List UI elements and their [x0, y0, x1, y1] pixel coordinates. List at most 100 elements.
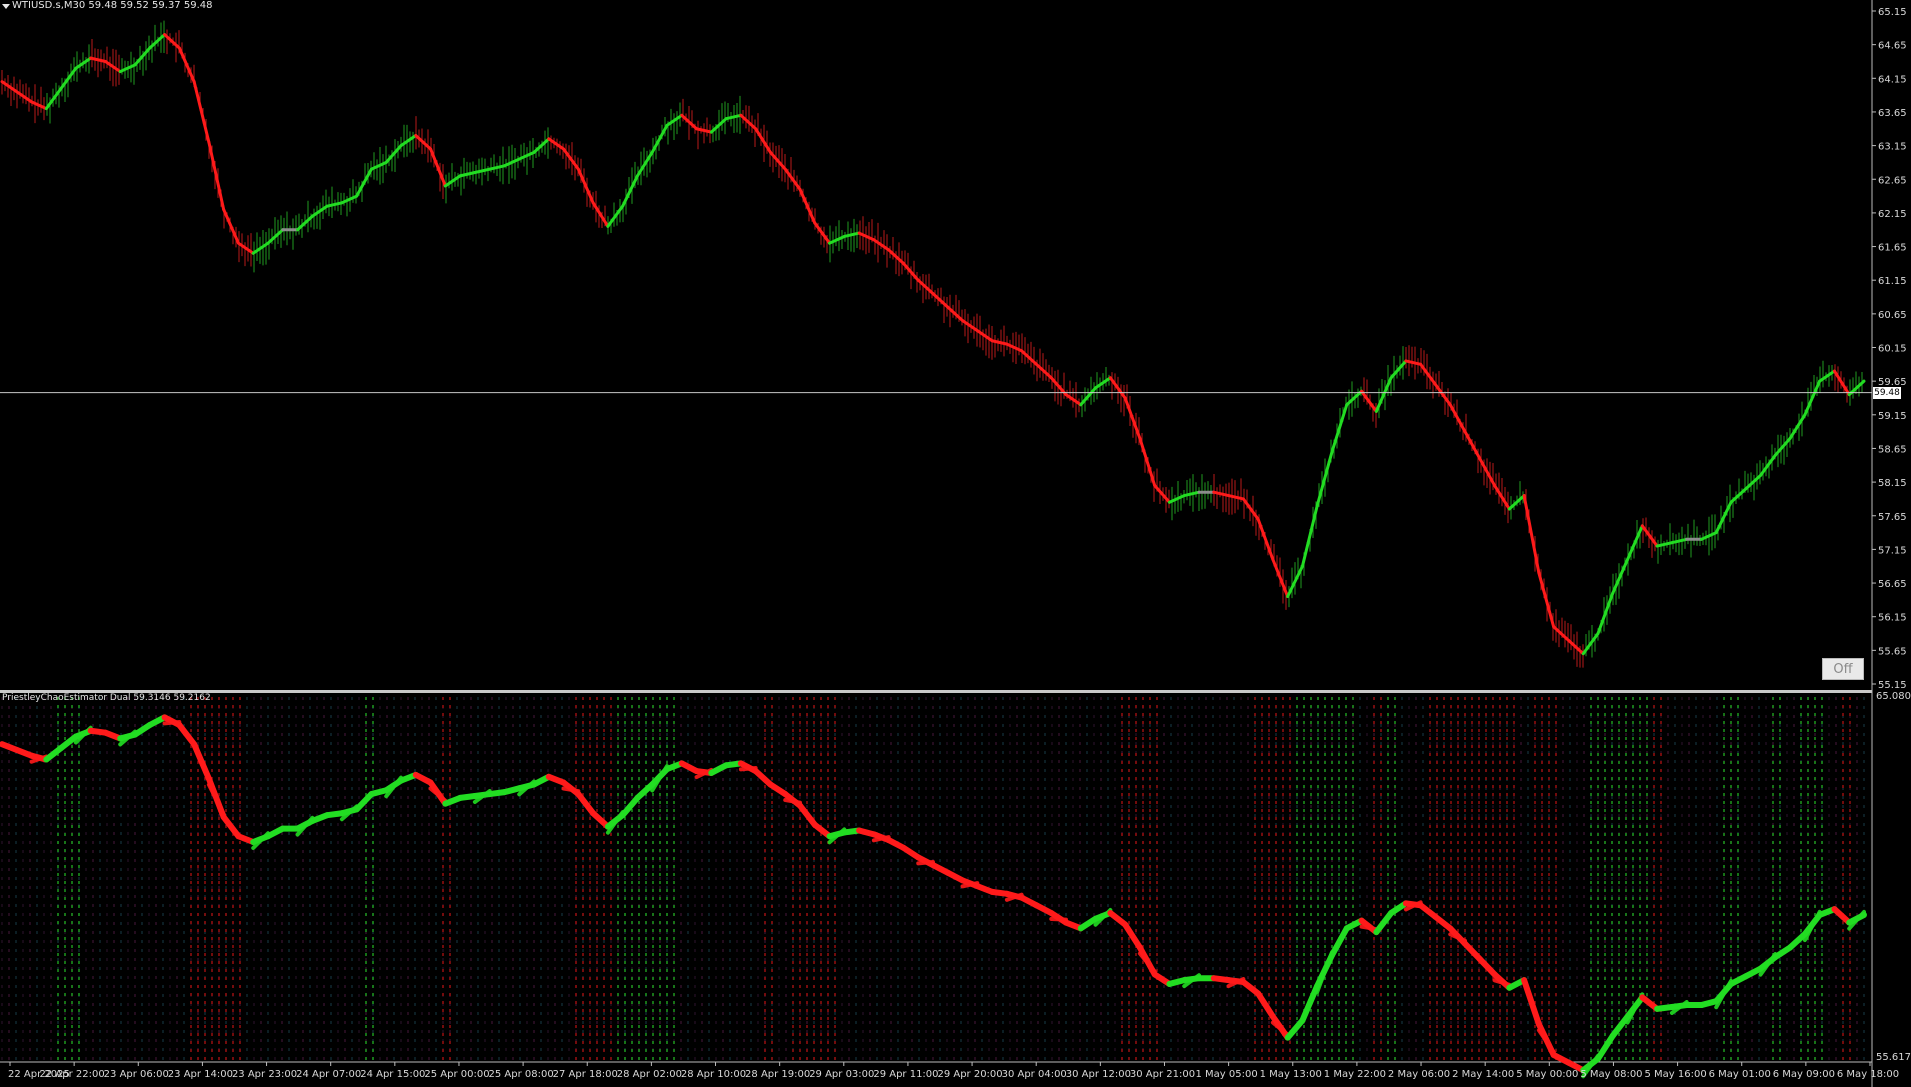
- estimator-segment: [1670, 537, 1689, 545]
- estimator-segment: [650, 123, 669, 154]
- estimator-segment: [813, 221, 832, 245]
- time-tick-label: 29 Apr 03:00: [809, 1069, 874, 1080]
- time-tick-label: 30 Apr 21:00: [1130, 1069, 1195, 1080]
- time-tick-label: 28 Apr 02:00: [617, 1069, 682, 1080]
- off-button[interactable]: Off: [1822, 658, 1864, 680]
- price-tick-label: 61.65: [1878, 243, 1907, 254]
- time-tick-label: 25 Apr 08:00: [489, 1069, 554, 1080]
- indicator-segment: [1122, 921, 1143, 951]
- time-tick-label: 28 Apr 19:00: [745, 1069, 810, 1080]
- time-tick-label: 6 May 09:00: [1773, 1069, 1835, 1080]
- ohlc-readout: 59.48 59.52 59.37 59.48: [88, 0, 213, 11]
- estimator-segment: [1788, 413, 1807, 440]
- current-price-tag: 59.48: [1873, 386, 1901, 399]
- indicator-dash: [783, 798, 802, 805]
- estimator-segment: [222, 208, 240, 245]
- estimator-segment: [0, 80, 19, 94]
- time-tick-label: 24 Apr 15:00: [360, 1069, 425, 1080]
- indicator-segment: [1373, 909, 1395, 936]
- estimator-segment: [621, 174, 639, 208]
- estimator-segment: [754, 127, 772, 154]
- chevron-down-icon[interactable]: [2, 4, 10, 9]
- time-tick-label: 29 Apr 11:00: [873, 1069, 938, 1080]
- indicator-segment: [191, 741, 212, 782]
- price-bars: [1, 20, 1863, 668]
- estimator-segment: [488, 164, 506, 171]
- price-tick-label: 57.15: [1878, 545, 1907, 556]
- time-tick-label: 2 May 06:00: [1388, 1069, 1450, 1080]
- time-tick-label: 5 May 00:00: [1516, 1069, 1578, 1080]
- price-tick-label: 56.15: [1878, 613, 1907, 624]
- estimator-segment: [695, 127, 713, 134]
- estimator-segment: [591, 201, 610, 228]
- estimator-segment: [1522, 494, 1541, 575]
- price-tick-label: 63.15: [1878, 142, 1907, 153]
- trading-terminal: 65.15 64.65 64.15 63.65 63.15 62.65 62.15 61.65…: [0, 0, 1911, 1087]
- indicator-dash: [1492, 978, 1512, 987]
- estimator-segment: [399, 134, 418, 148]
- indicator-dash: [561, 786, 581, 794]
- time-tick-label: 5 May 16:00: [1644, 1069, 1706, 1080]
- estimator-segment: [1153, 483, 1171, 504]
- price-tick-label: 60.65: [1878, 310, 1907, 321]
- estimator-segment: [1182, 490, 1201, 498]
- estimator-segment: [990, 339, 1009, 346]
- price-tick-label: 62.15: [1878, 209, 1907, 220]
- estimator-segment: [1389, 359, 1408, 380]
- price-tick-label: 61.15: [1878, 276, 1907, 287]
- time-tick-label: 29 Apr 20:00: [937, 1069, 1002, 1080]
- indicator-segment: [1521, 977, 1542, 1028]
- price-tick-label: 64.65: [1878, 41, 1907, 52]
- indicator-top-value: 65.0803: [1876, 691, 1911, 702]
- time-tick-label: 1 May 13:00: [1260, 1069, 1322, 1080]
- price-tick-label: 64.15: [1878, 74, 1907, 85]
- time-tick-label: 30 Apr 12:00: [1066, 1069, 1131, 1080]
- indicator-dash: [1049, 916, 1068, 922]
- indicator-segment: [575, 791, 597, 817]
- price-tick-label: 58.15: [1878, 478, 1907, 489]
- price-tick-label: 59.15: [1878, 411, 1907, 422]
- time-tick-label: 5 May 08:00: [1580, 1069, 1642, 1080]
- estimator-segment: [1241, 497, 1260, 521]
- estimator-segment: [798, 187, 817, 225]
- time-tick-label: 2 May 14:00: [1452, 1069, 1514, 1080]
- indicator-dash: [206, 782, 226, 817]
- time-tick-label: 1 May 05:00: [1196, 1069, 1258, 1080]
- estimator-segment: [1138, 436, 1157, 487]
- estimator-segment: [1330, 403, 1349, 454]
- estimator-segment: [1611, 557, 1630, 595]
- estimator-segment: [1581, 632, 1600, 656]
- estimator-segment: [207, 140, 226, 212]
- price-chart[interactable]: 65.15 64.65 64.15 63.65 63.15 62.65 62.15 61.65…: [0, 0, 1911, 1087]
- price-tick-label: 55.15: [1878, 680, 1907, 691]
- estimator-segment: [1300, 504, 1319, 568]
- indicator-bottom-value: 55.6175: [1876, 1052, 1911, 1063]
- estimator-segment: [133, 46, 152, 67]
- time-tick-label: 1 May 22:00: [1324, 1069, 1386, 1080]
- estimator-segment: [192, 80, 211, 144]
- estimator-segment: [532, 137, 551, 154]
- price-tick-label: 58.65: [1878, 444, 1907, 455]
- estimator-segment: [1596, 591, 1615, 636]
- time-tick-label: 23 Apr 23:00: [232, 1069, 297, 1080]
- time-tick-label: 24 Apr 07:00: [296, 1069, 361, 1080]
- estimator-segment: [1640, 524, 1659, 548]
- indicator-segment: [176, 722, 198, 748]
- time-tick-label: 6 May 18:00: [1837, 1069, 1899, 1080]
- estimator-segment: [1729, 487, 1748, 504]
- indicator-title: PriestleyChaoEstimator Dual 59.3146 59.2…: [2, 693, 211, 703]
- estimator-segment: [177, 46, 196, 84]
- estimator-line: [0, 33, 1866, 656]
- time-tick-label: 6 May 01:00: [1709, 1069, 1771, 1080]
- price-tick-label: 62.65: [1878, 175, 1907, 186]
- estimator-segment: [89, 56, 107, 63]
- price-tick-label: 60.15: [1878, 344, 1907, 355]
- estimator-segment: [1537, 571, 1556, 629]
- chart-title: WTIUSD.s,M30 59.48 59.52 59.37 59.48: [12, 0, 212, 12]
- indicator-grid: [1, 697, 1865, 1060]
- estimator-segment: [1463, 430, 1482, 461]
- estimator-segment: [1448, 403, 1467, 434]
- time-tick-label: 22 Apr 22:00: [40, 1069, 105, 1080]
- estimator-segment: [384, 144, 403, 164]
- price-tick-label: 57.65: [1878, 512, 1907, 523]
